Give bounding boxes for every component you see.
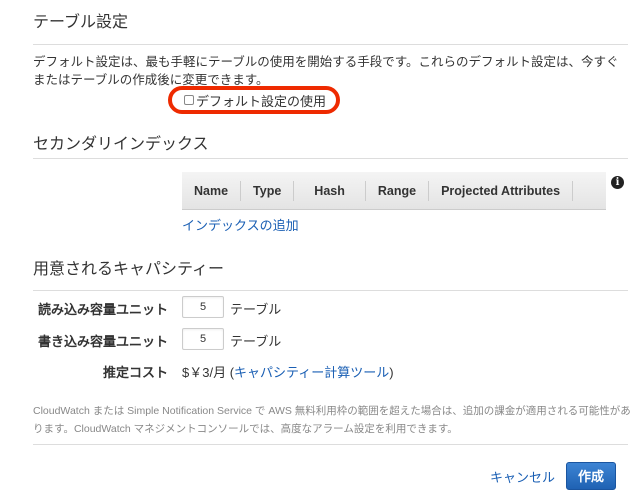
column-name: Name [182, 180, 242, 201]
use-defaults-label[interactable]: デフォルト設定の使用 [196, 91, 326, 110]
column-type: Type [241, 180, 295, 201]
capacity-calculator-link[interactable]: キャパシティー計算ツール [234, 365, 389, 380]
column-range: Range [366, 180, 430, 201]
write-capacity-unit: テーブル [230, 334, 282, 349]
paren-close: ) [389, 365, 394, 380]
create-button[interactable]: 作成 [566, 462, 616, 490]
column-projected-attributes: Projected Attributes [429, 180, 574, 201]
cost-value: $￥3/月 [182, 365, 227, 380]
read-capacity-unit: テーブル [230, 302, 282, 317]
cloudwatch-note: CloudWatch または Simple Notification Servi… [33, 405, 631, 435]
secondary-index-heading: セカンダリインデックス [33, 136, 209, 153]
divider [33, 444, 628, 445]
estimated-cost-label: 推定コスト [102, 365, 168, 380]
table-settings-heading: テーブル設定 [33, 14, 129, 31]
capacity-heading: 用意されるキャパシティー [33, 261, 225, 278]
cancel-button[interactable]: キャンセル [490, 467, 555, 486]
divider [33, 158, 628, 159]
read-capacity-label: 読み込み容量ユニット [37, 302, 168, 317]
column-hash: Hash [294, 180, 366, 201]
add-index-link[interactable]: インデックスの追加 [182, 215, 299, 234]
use-defaults-checkbox[interactable] [184, 95, 194, 105]
index-table-header: Name Type Hash Range Projected Attribute… [182, 172, 606, 210]
divider [33, 44, 628, 45]
write-capacity-input[interactable]: 5 [182, 328, 224, 350]
estimated-cost: $￥3/月 (キャパシティー計算ツール) [182, 362, 394, 381]
read-capacity-input[interactable]: 5 [182, 296, 224, 318]
write-capacity-label: 書き込み容量ユニット [37, 334, 168, 349]
info-icon[interactable]: i [611, 176, 624, 189]
divider [33, 290, 628, 291]
table-settings-description: デフォルト設定は、最も手軽にテーブルの使用を開始する手段です。これらのデフォルト… [33, 55, 619, 87]
